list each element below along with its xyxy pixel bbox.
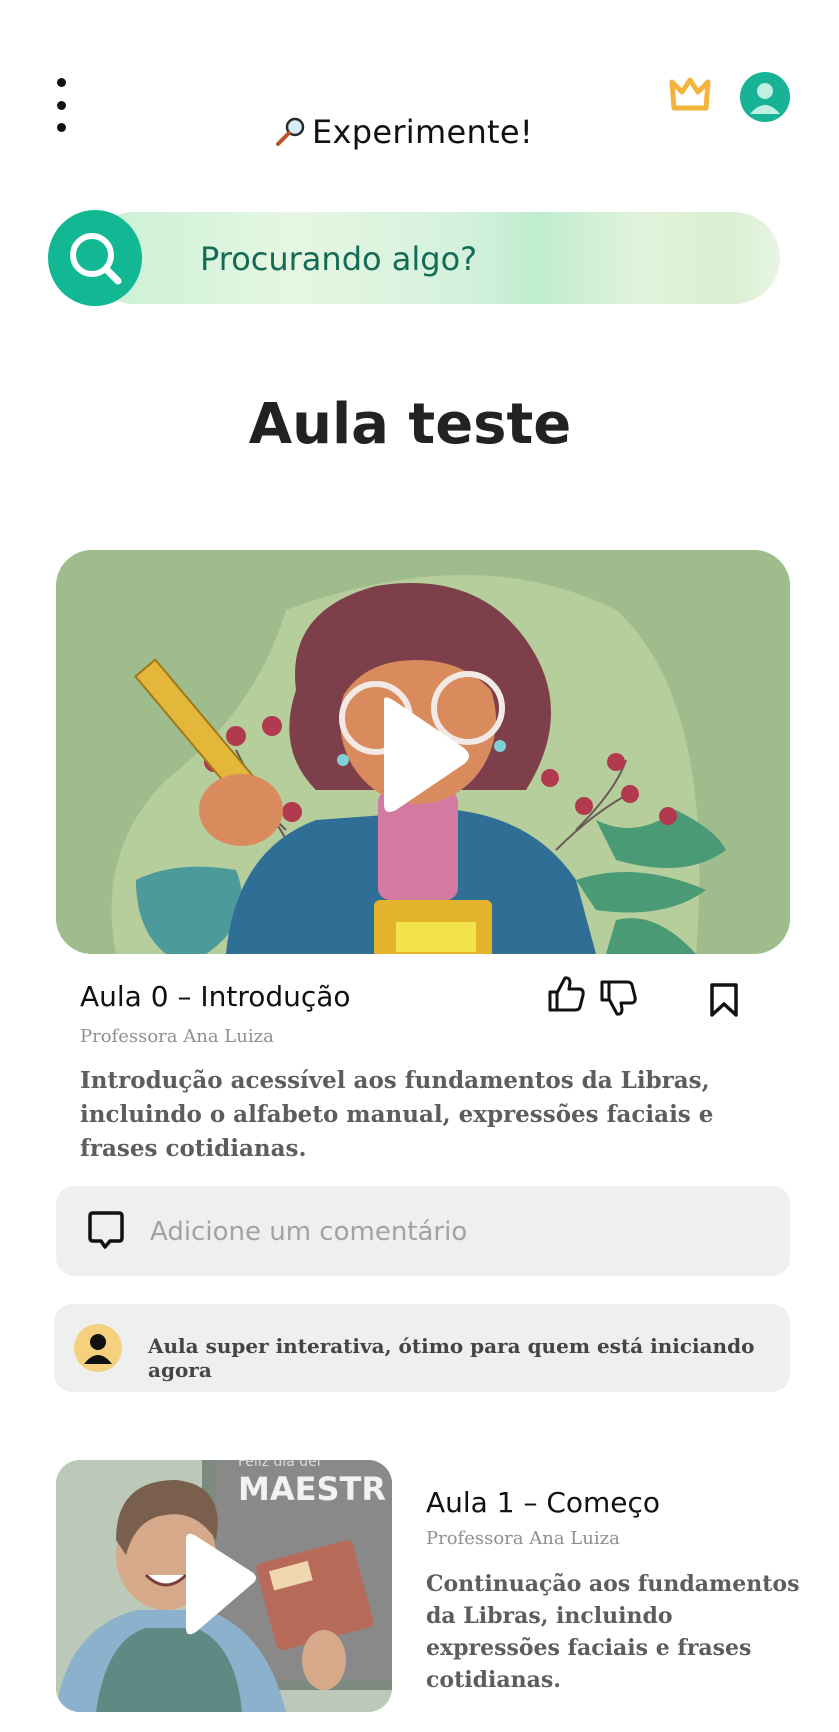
search-bar[interactable]: Procurando algo? (48, 210, 780, 306)
thumbs-up-icon[interactable] (546, 974, 586, 1014)
lesson-0-video-thumbnail[interactable] (56, 550, 790, 954)
lesson-0-teacher: Professora Ana Luiza (80, 1026, 274, 1047)
user-avatar-icon (750, 83, 780, 114)
lesson-1-title[interactable]: Aula 1 – Começo (426, 1486, 660, 1519)
lesson-1-video-thumbnail[interactable]: Feliz dia del MAESTR (56, 1460, 392, 1712)
teacher-man-illustration: Feliz dia del MAESTR (56, 1460, 392, 1712)
search-field[interactable]: Procurando algo? (88, 212, 780, 304)
comment-icon (88, 1211, 124, 1249)
page-title: Aula teste (248, 392, 572, 457)
comment-text: Aula super interativa, ótimo para quem e… (148, 1334, 755, 1382)
lesson-0-title[interactable]: Aula 0 – Introdução (80, 980, 351, 1013)
teacher-illustration (56, 550, 790, 954)
magnifier-icon (276, 117, 305, 146)
bookmark-icon[interactable] (708, 982, 740, 1018)
more-vertical-icon[interactable] (50, 78, 72, 132)
commenter-avatar (74, 1324, 122, 1372)
lesson-1-teacher: Professora Ana Luiza (426, 1528, 620, 1549)
profile-avatar-button[interactable] (740, 72, 790, 122)
comment-item: Aula super interativa, ótimo para quem e… (54, 1304, 790, 1392)
comment-input[interactable] (150, 1212, 750, 1252)
lesson-0-description: Introdução acessível aos fundamentos da … (80, 1067, 714, 1162)
brand-label: Experimente! (312, 113, 534, 151)
search-placeholder: Procurando algo? (200, 240, 478, 278)
brand-logo: Experimente! (274, 110, 533, 154)
thumbs-down-icon[interactable] (598, 978, 638, 1018)
crown-icon[interactable] (668, 74, 712, 114)
thumbnail-small-text: Feliz dia del (238, 1460, 321, 1470)
comment-box[interactable] (56, 1186, 790, 1276)
thumbnail-big-text: MAESTR (238, 1470, 386, 1508)
user-icon (84, 1334, 112, 1364)
search-icon (70, 233, 122, 285)
lesson-1-description: Continuação aos fundamentos da Libras, i… (426, 1571, 800, 1693)
search-button[interactable] (48, 210, 142, 306)
